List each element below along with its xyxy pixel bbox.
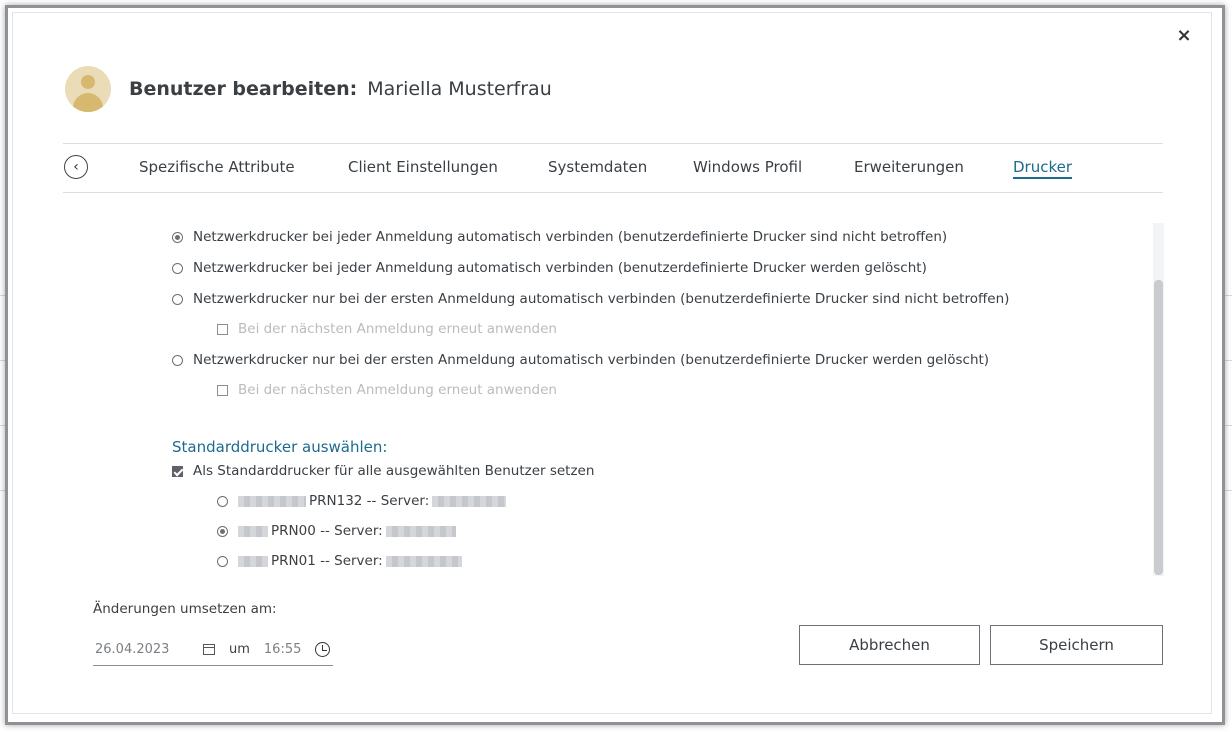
edit-user-dialog: × Benutzer bearbeiten: Mariella Musterfr… (12, 12, 1212, 714)
option-reapply-2: Bei der nächsten Anmeldung erneut anwend… (217, 382, 557, 398)
option-reapply-1: Bei der nächsten Anmeldung erneut anwend… (217, 321, 557, 337)
printer-option-3[interactable]: PRN01 -- Server: (217, 553, 465, 569)
redacted-text (385, 555, 462, 567)
radio-button[interactable] (172, 262, 183, 274)
printer-label: PRN00 -- Server: (271, 523, 383, 539)
user-name: Mariella Musterfrau (367, 78, 552, 100)
printer-option-1[interactable]: PRN132 -- Server: (217, 493, 509, 509)
close-button[interactable]: × (1173, 25, 1195, 47)
option-label: Netzwerkdrucker bei jeder Anmeldung auto… (193, 229, 948, 245)
option-connect-first-delete[interactable]: Netzwerkdrucker nur bei der ersten Anmel… (172, 352, 989, 368)
time-input[interactable]: 16:55 (264, 642, 301, 657)
tab-spezifische-attribute[interactable]: Spezifische Attribute (139, 158, 295, 176)
chevron-left-icon: ‹ (73, 159, 79, 175)
radio-button[interactable] (172, 293, 183, 305)
radio-button[interactable] (217, 525, 228, 537)
radio-button[interactable] (217, 495, 228, 507)
clock-icon[interactable] (315, 641, 331, 657)
set-default-for-all[interactable]: Als Standarddrucker für alle ausgewählte… (172, 463, 594, 479)
apply-date-label: Änderungen umsetzen am: (93, 601, 277, 617)
cancel-button[interactable]: Abbrechen (799, 625, 980, 665)
option-connect-always-delete[interactable]: Netzwerkdrucker bei jeder Anmeldung auto… (172, 260, 927, 276)
calendar-icon[interactable] (203, 643, 215, 655)
tabs-back-button[interactable]: ‹ (64, 155, 88, 179)
save-button[interactable]: Speichern (990, 625, 1163, 665)
option-connect-always-keep[interactable]: Netzwerkdrucker bei jeder Anmeldung auto… (172, 229, 947, 245)
redacted-text (238, 495, 306, 507)
um-label: um (229, 641, 250, 657)
tab-windows-profil[interactable]: Windows Profil (693, 158, 802, 176)
scrollbar-thumb[interactable] (1154, 280, 1163, 575)
avatar-head (81, 75, 95, 89)
avatar (65, 66, 111, 112)
apply-date-field[interactable]: 26.04.2023 um 16:55 (93, 633, 333, 666)
tab-client-einstellungen[interactable]: Client Einstellungen (348, 158, 498, 176)
redacted-text (432, 495, 507, 507)
tab-drucker[interactable]: Drucker (1013, 158, 1073, 179)
redacted-text (238, 525, 268, 537)
redacted-text (238, 555, 268, 567)
avatar-body (73, 93, 103, 112)
date-input[interactable]: 26.04.2023 (95, 642, 203, 657)
page-title: Benutzer bearbeiten: (129, 78, 358, 100)
option-label: Netzwerkdrucker bei jeder Anmeldung auto… (193, 260, 927, 276)
option-label: Bei der nächsten Anmeldung erneut anwend… (238, 321, 557, 337)
printer-label: PRN01 -- Server: (271, 553, 383, 569)
dialog-header: Benutzer bearbeiten: Mariella Musterfrau (65, 65, 552, 113)
redacted-text (385, 525, 456, 537)
checkbox (217, 384, 228, 396)
tab-erweiterungen[interactable]: Erweiterungen (854, 158, 964, 176)
option-label: Bei der nächsten Anmeldung erneut anwend… (238, 382, 557, 398)
option-label: Als Standarddrucker für alle ausgewählte… (193, 463, 595, 479)
radio-button[interactable] (172, 354, 183, 366)
default-printer-title: Standarddrucker auswählen: (172, 438, 388, 456)
option-label: Netzwerkdrucker nur bei der ersten Anmel… (193, 352, 990, 368)
tab-systemdaten[interactable]: Systemdaten (548, 158, 647, 176)
tab-bar: ‹ Spezifische Attribute Client Einstellu… (63, 143, 1163, 193)
checkbox[interactable] (172, 465, 183, 477)
radio-button[interactable] (172, 231, 183, 243)
option-connect-first-keep[interactable]: Netzwerkdrucker nur bei der ersten Anmel… (172, 291, 1009, 307)
checkbox (217, 323, 228, 335)
printer-settings-panel: Netzwerkdrucker bei jeder Anmeldung auto… (13, 223, 1163, 578)
printer-option-2[interactable]: PRN00 -- Server: (217, 523, 459, 539)
radio-button[interactable] (217, 555, 228, 567)
option-label: Netzwerkdrucker nur bei der ersten Anmel… (193, 291, 1010, 307)
printer-label: PRN132 -- Server: (309, 493, 430, 509)
